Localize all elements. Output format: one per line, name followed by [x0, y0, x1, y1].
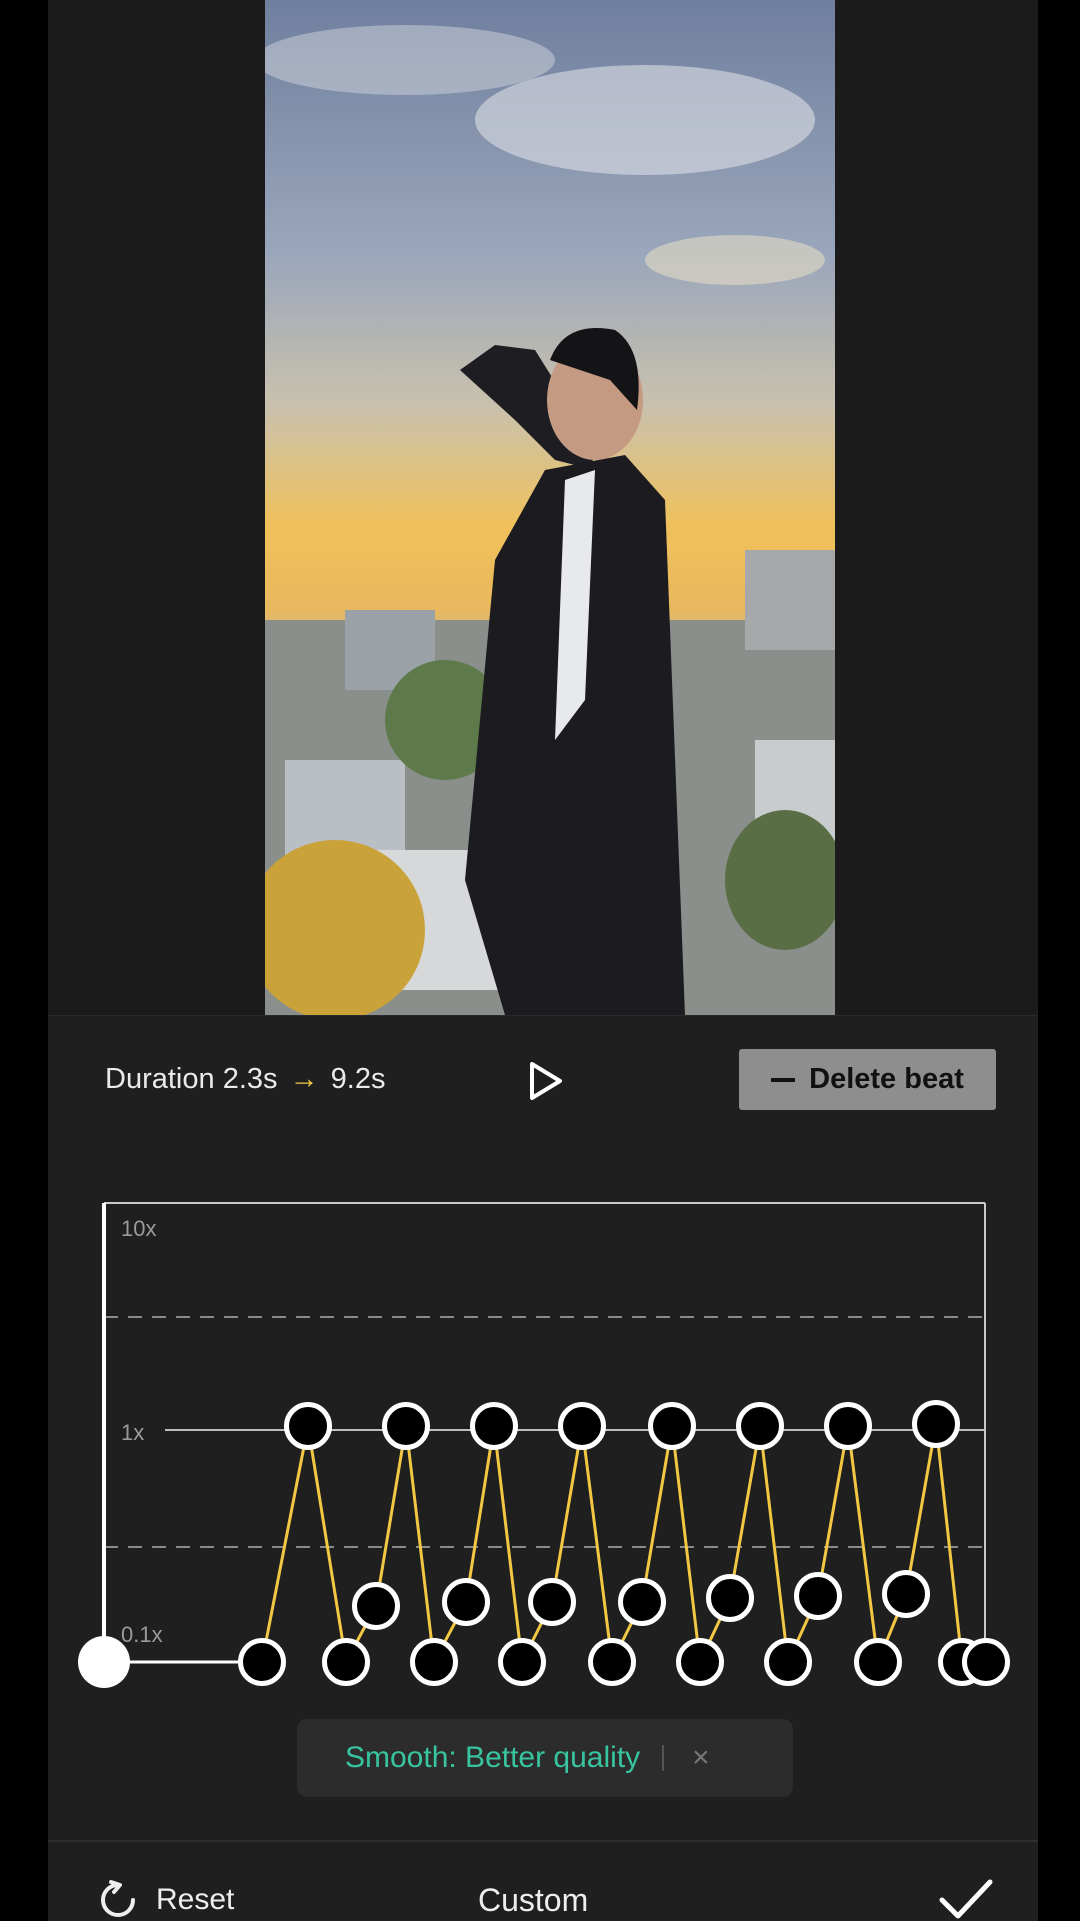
curve-point[interactable]: [882, 1570, 930, 1618]
curve-point[interactable]: [676, 1638, 724, 1686]
reset-icon: [101, 1880, 135, 1917]
tick-label-10x: 10x: [121, 1216, 157, 1241]
curve-point[interactable]: [912, 1400, 960, 1448]
curve-point[interactable]: [588, 1638, 636, 1686]
curve-point[interactable]: [824, 1402, 872, 1450]
curve-point[interactable]: [736, 1402, 784, 1450]
tick-label-0-1x: 0.1x: [121, 1622, 163, 1647]
curve-point[interactable]: [238, 1638, 286, 1686]
curve-point[interactable]: [706, 1574, 754, 1622]
curve-point[interactable]: [322, 1638, 370, 1686]
minus-icon: [771, 1077, 796, 1082]
curve-point[interactable]: [352, 1582, 400, 1630]
curve-point[interactable]: [410, 1638, 458, 1686]
play-icon: [530, 1062, 562, 1100]
curve-point[interactable]: [558, 1402, 606, 1450]
play-button[interactable]: [522, 1058, 568, 1104]
curve-point[interactable]: [648, 1402, 696, 1450]
duration-label: Duration: [105, 1063, 215, 1095]
curve-point[interactable]: [284, 1402, 332, 1450]
duration-to: 9.2s: [330, 1063, 386, 1095]
curve-point[interactable]: [764, 1638, 812, 1686]
toast-label[interactable]: Smooth: Better quality: [345, 1741, 640, 1775]
curve-point[interactable]: [498, 1638, 546, 1686]
duration-arrow: →: [289, 1063, 319, 1095]
curve-point[interactable]: [528, 1578, 576, 1626]
toast-separator: [662, 1745, 665, 1771]
reset-label: Reset: [156, 1883, 235, 1916]
smooth-quality-toast: Smooth: Better quality ×: [297, 1719, 793, 1797]
page-title: Custom: [478, 1882, 589, 1918]
curve-point[interactable]: [442, 1578, 490, 1626]
confirm-check-icon[interactable]: [938, 1876, 994, 1920]
curve-point[interactable]: [794, 1572, 842, 1620]
close-icon[interactable]: ×: [692, 1741, 710, 1775]
delete-beat-button[interactable]: Delete beat: [739, 1049, 996, 1110]
curve-start-handle[interactable]: [78, 1636, 130, 1688]
tick-label-1x: 1x: [121, 1420, 145, 1445]
curve-point[interactable]: [962, 1638, 1010, 1686]
duration-from: 2.3s: [222, 1063, 278, 1095]
reset-button[interactable]: Reset: [98, 1880, 234, 1920]
curve-point[interactable]: [854, 1638, 902, 1686]
photo-man-on-rooftop-sunset: [265, 0, 835, 1015]
footer-divider: [48, 1840, 1038, 1842]
delete-beat-label: Delete beat: [809, 1063, 964, 1095]
video-frame: [265, 0, 835, 1015]
curve-point[interactable]: [382, 1402, 430, 1450]
curve-point[interactable]: [618, 1578, 666, 1626]
duration-readout: Duration 2.3s → 9.2s: [105, 1063, 385, 1096]
curve-point[interactable]: [470, 1402, 518, 1450]
